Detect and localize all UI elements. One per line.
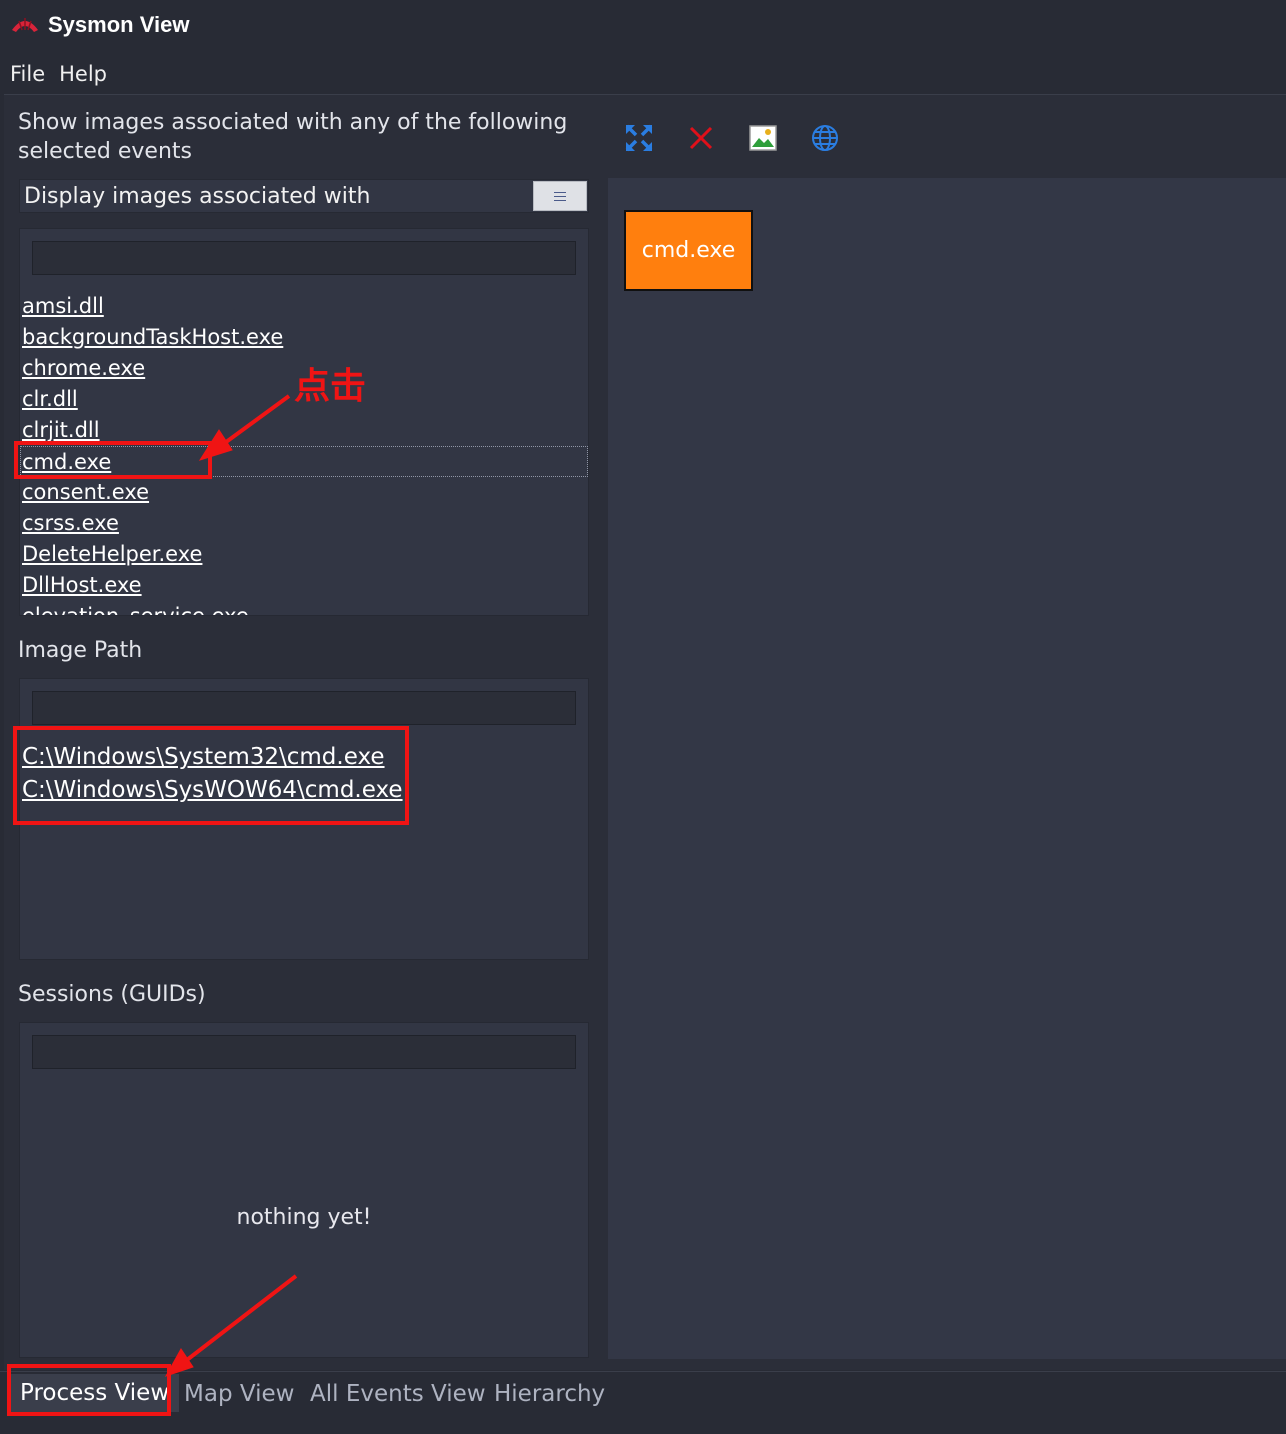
fit-expand-icon[interactable] <box>622 121 656 155</box>
window-title: Sysmon View <box>48 12 190 37</box>
list-icon <box>554 191 566 201</box>
image-list-item[interactable]: consent.exe <box>22 477 588 508</box>
annotation-label: 点击 <box>294 366 367 407</box>
image-list-item[interactable]: elevation_service.exe <box>22 601 588 615</box>
sessions-list[interactable]: nothing yet! <box>19 1022 589 1358</box>
menu-file[interactable]: File <box>10 62 45 86</box>
association-dropdown[interactable]: Display images associated with <box>19 179 589 213</box>
images-filter-input[interactable] <box>32 241 576 275</box>
tab-all-events-view[interactable]: All Events View <box>310 1376 486 1412</box>
view-tabs: Process View Map View All Events View Hi… <box>0 1371 1286 1434</box>
menu-bar: File Help <box>0 56 121 92</box>
sessions-label: Sessions (GUIDs) <box>18 982 206 1007</box>
image-list-item[interactable]: DllHost.exe <box>22 570 588 601</box>
sessions-filter-input[interactable] <box>32 1035 576 1069</box>
image-list-item[interactable]: DeleteHelper.exe <box>22 539 588 570</box>
dropdown-list-button[interactable] <box>533 181 587 211</box>
images-list[interactable]: amsi.dll backgroundTaskHost.exe chrome.exe… <box>19 228 589 616</box>
toolbar <box>622 121 870 155</box>
annotation-box-tab <box>7 1364 171 1416</box>
image-list-item[interactable]: backgroundTaskHost.exe <box>22 322 588 353</box>
dropdown-value: Display images associated with <box>24 183 371 209</box>
image-list-item[interactable]: amsi.dll <box>22 291 588 322</box>
process-node[interactable]: cmd.exe <box>624 210 753 291</box>
image-path-label: Image Path <box>18 638 143 663</box>
events-heading: Show images associated with any of the f… <box>18 110 568 164</box>
sessions-placeholder: nothing yet! <box>236 1205 372 1230</box>
title-bar: Sysmon View <box>0 0 1286 50</box>
annotation-box-cmd <box>14 441 212 479</box>
tab-hierarchy[interactable]: Hierarchy <box>494 1376 605 1412</box>
image-list-item[interactable]: csrss.exe <box>22 508 588 539</box>
process-canvas[interactable]: cmd.exe <box>608 178 1286 1359</box>
image-path-filter-input[interactable] <box>32 691 576 725</box>
menu-help[interactable]: Help <box>59 62 107 86</box>
annotation-box-paths <box>13 726 409 825</box>
sysmon-logo-icon <box>12 18 38 32</box>
globe-icon[interactable] <box>808 121 842 155</box>
tab-map-view[interactable]: Map View <box>184 1376 294 1412</box>
clear-x-icon[interactable] <box>684 121 718 155</box>
export-image-icon[interactable] <box>746 121 780 155</box>
